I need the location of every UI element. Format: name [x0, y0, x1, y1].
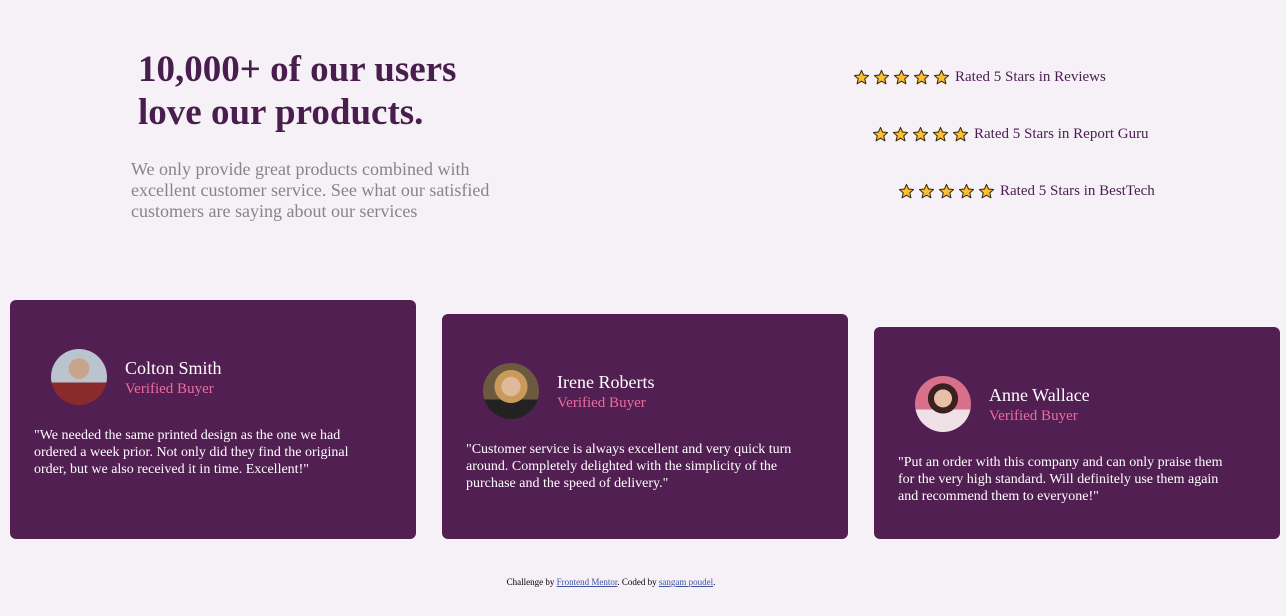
attribution-text: Challenge by	[506, 577, 557, 587]
star-icon	[873, 69, 890, 85]
attribution-text: .	[713, 577, 716, 587]
reviewer-name: Colton Smith	[125, 358, 222, 378]
rating-besttech: Rated 5 Stars in BestTech	[898, 183, 1155, 200]
rating-report-guru: Rated 5 Stars in Report Guru	[872, 126, 1149, 143]
testimonial-quote: "We needed the same printed design as th…	[34, 428, 349, 477]
star-icon	[898, 183, 915, 199]
star-icon	[853, 69, 870, 85]
attribution-text: . Coded by	[617, 577, 659, 587]
verified-badge: Verified Buyer	[125, 381, 214, 397]
intro-text: We only provide great products combined …	[131, 159, 490, 221]
star-icon	[872, 126, 889, 142]
avatar	[483, 363, 539, 419]
reviewer-name: Irene Roberts	[557, 372, 655, 392]
star-icon	[918, 183, 935, 199]
star-icon	[938, 183, 955, 199]
rating-label: Rated 5 Stars in BestTech	[1000, 183, 1155, 199]
testimonial-card: Colton Smith Verified Buyer "We needed t…	[10, 300, 416, 539]
star-icon	[893, 69, 910, 85]
rating-label: Rated 5 Stars in Report Guru	[974, 126, 1149, 142]
star-icon	[933, 69, 950, 85]
reviewer-name: Anne Wallace	[989, 385, 1090, 405]
star-icon	[892, 126, 909, 142]
star-rating-icons	[872, 126, 969, 143]
verified-badge: Verified Buyer	[989, 408, 1078, 424]
star-icon	[912, 126, 929, 142]
frontend-mentor-link[interactable]: Frontend Mentor	[557, 577, 618, 587]
verified-badge: Verified Buyer	[557, 395, 646, 411]
page-title: 10,000+ of our users love our products.	[138, 49, 457, 133]
star-icon	[978, 183, 995, 199]
testimonial-card: Anne Wallace Verified Buyer "Put an orde…	[874, 327, 1280, 539]
rating-reviews: Rated 5 Stars in Reviews	[853, 69, 1106, 86]
testimonial-quote: "Put an order with this company and can …	[898, 455, 1223, 504]
testimonial-card: Irene Roberts Verified Buyer "Customer s…	[442, 314, 848, 539]
rating-label: Rated 5 Stars in Reviews	[955, 69, 1106, 85]
star-icon	[913, 69, 930, 85]
star-icon	[958, 183, 975, 199]
attribution: Challenge by Frontend Mentor. Coded by s…	[0, 577, 1222, 587]
star-icon	[932, 126, 949, 142]
star-rating-icons	[898, 183, 995, 200]
avatar	[51, 349, 107, 405]
author-link[interactable]: sangam poudel	[659, 577, 713, 587]
avatar	[915, 376, 971, 432]
star-rating-icons	[853, 69, 950, 86]
star-icon	[952, 126, 969, 142]
testimonial-quote: "Customer service is always excellent an…	[466, 442, 792, 491]
